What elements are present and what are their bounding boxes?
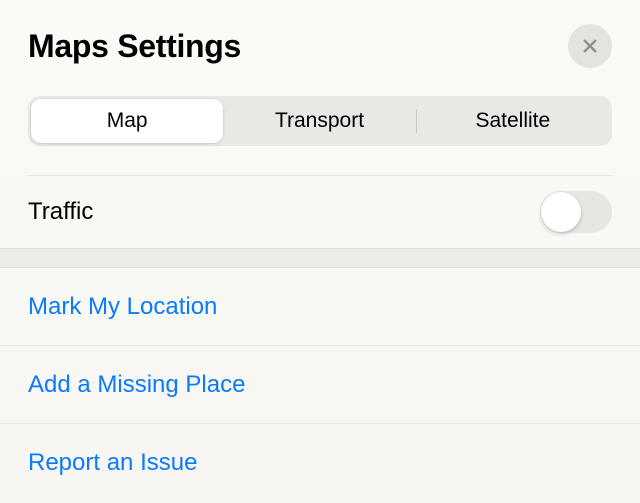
divider <box>28 158 612 176</box>
toggle-knob <box>541 192 581 232</box>
close-icon <box>581 37 599 55</box>
header: Maps Settings <box>0 0 640 86</box>
page-title: Maps Settings <box>28 28 241 65</box>
map-type-segmented-control[interactable]: Map Transport Satellite <box>28 96 612 146</box>
report-an-issue-row[interactable]: Report an Issue <box>0 424 640 502</box>
traffic-toggle[interactable] <box>540 191 612 233</box>
segment-satellite-label: Satellite <box>475 109 550 133</box>
add-missing-place-row[interactable]: Add a Missing Place <box>0 346 640 424</box>
traffic-row: Traffic <box>0 176 640 248</box>
add-missing-place-label: Add a Missing Place <box>28 371 245 399</box>
segment-satellite[interactable]: Satellite <box>417 99 609 143</box>
mark-my-location-row[interactable]: Mark My Location <box>0 268 640 346</box>
segment-map-label: Map <box>107 109 148 133</box>
segment-transport-label: Transport <box>275 109 364 133</box>
close-button[interactable] <box>568 24 612 68</box>
mark-my-location-label: Mark My Location <box>28 293 217 321</box>
segment-transport[interactable]: Transport <box>223 99 415 143</box>
traffic-label: Traffic <box>28 198 93 226</box>
segment-map[interactable]: Map <box>31 99 223 143</box>
maps-settings-panel: Maps Settings Map Transport Satellite Tr… <box>0 0 640 503</box>
report-an-issue-label: Report an Issue <box>28 449 197 477</box>
section-separator <box>0 248 640 268</box>
